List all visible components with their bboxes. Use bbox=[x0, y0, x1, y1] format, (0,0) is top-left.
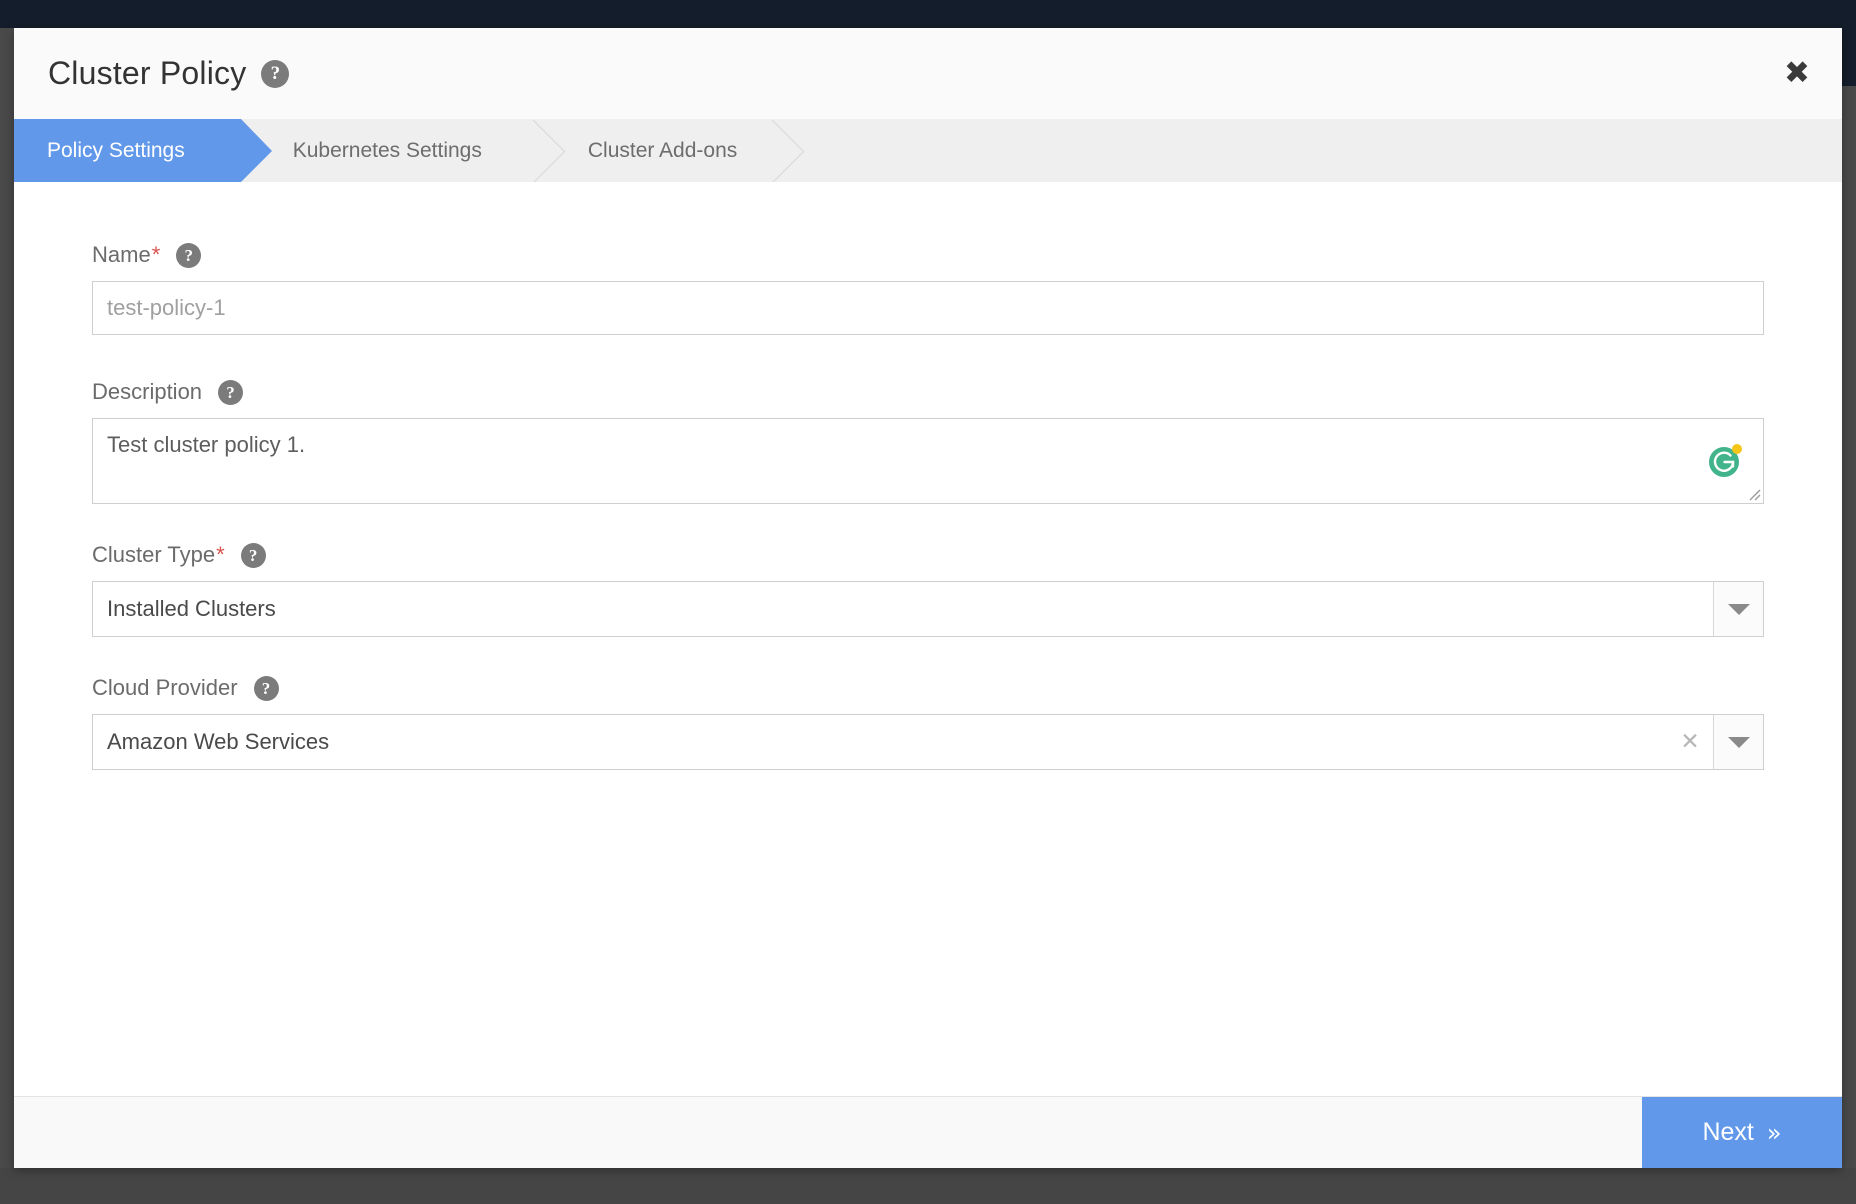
page-right-dim-overlay bbox=[1842, 86, 1856, 1204]
label-text: Name bbox=[92, 242, 151, 267]
wizard-tabstrip: Policy Settings Kubernetes Settings Clus… bbox=[14, 119, 1842, 182]
required-marker: * bbox=[151, 242, 161, 267]
description-textarea-wrap bbox=[92, 418, 1764, 504]
dialog-header: Cluster Policy ? ✖ bbox=[14, 28, 1842, 119]
label-text: Cluster Type bbox=[92, 542, 216, 567]
page-left-dim-overlay bbox=[0, 28, 14, 1204]
tab-label: Policy Settings bbox=[47, 138, 185, 162]
tab-label: Cluster Add-ons bbox=[587, 138, 738, 162]
dialog-body: Name* ? Description ? bbox=[14, 182, 1842, 1096]
cloud-provider-value: Amazon Web Services bbox=[107, 729, 330, 754]
help-circle-icon[interactable]: ? bbox=[253, 675, 279, 701]
cluster-policy-dialog: Cluster Policy ? ✖ Policy Settings Kuber… bbox=[14, 28, 1842, 1168]
page-top-bar bbox=[0, 0, 1856, 28]
cluster-type-value: Installed Clusters bbox=[107, 596, 276, 621]
help-circle-icon[interactable]: ? bbox=[176, 242, 202, 268]
field-cluster-type-label: Cluster Type * ? bbox=[92, 542, 1764, 568]
label-text: Cloud Provider bbox=[92, 675, 238, 700]
page-title: Cluster Policy bbox=[48, 55, 247, 91]
field-description: Description ? bbox=[92, 379, 1764, 504]
field-name: Name * ? bbox=[92, 242, 1764, 335]
chevron-down-icon[interactable] bbox=[1713, 715, 1763, 769]
next-button[interactable]: Next » bbox=[1642, 1097, 1842, 1168]
dialog-footer: Next » bbox=[14, 1096, 1842, 1168]
double-chevron-right-icon: » bbox=[1766, 1118, 1782, 1147]
tab-label: Kubernetes Settings bbox=[292, 138, 482, 162]
field-cloud-provider-label: Cloud Provider ? bbox=[92, 675, 1764, 701]
chevron-down-icon[interactable] bbox=[1713, 582, 1763, 636]
field-name-label: Name * ? bbox=[92, 242, 1764, 268]
resize-handle-icon[interactable] bbox=[1747, 487, 1761, 501]
cluster-type-select[interactable]: Installed Clusters bbox=[92, 581, 1764, 637]
name-input[interactable] bbox=[92, 281, 1764, 335]
clear-selection-icon[interactable]: ✕ bbox=[1667, 715, 1713, 769]
next-button-label: Next bbox=[1702, 1118, 1754, 1146]
field-cluster-type: Cluster Type * ? Installed Clusters bbox=[92, 542, 1764, 637]
tab-kubernetes-settings[interactable]: Kubernetes Settings bbox=[241, 119, 538, 182]
cloud-provider-select[interactable]: Amazon Web Services ✕ bbox=[92, 714, 1764, 770]
close-icon[interactable]: ✖ bbox=[1774, 51, 1820, 97]
help-circle-icon[interactable]: ? bbox=[261, 59, 290, 88]
field-cloud-provider: Cloud Provider ? Amazon Web Services ✕ bbox=[92, 675, 1764, 770]
required-marker: * bbox=[216, 542, 225, 567]
label-text: Description bbox=[92, 379, 203, 404]
grammarly-icon[interactable] bbox=[1705, 439, 1749, 483]
description-textarea[interactable] bbox=[93, 419, 1763, 503]
tab-cluster-add-ons[interactable]: Cluster Add-ons bbox=[538, 119, 777, 182]
help-circle-icon[interactable]: ? bbox=[218, 379, 244, 405]
help-circle-icon[interactable]: ? bbox=[240, 542, 266, 568]
page-bottom-dim-overlay bbox=[0, 1168, 1856, 1204]
tab-policy-settings[interactable]: Policy Settings bbox=[14, 119, 272, 182]
field-description-label: Description ? bbox=[92, 379, 1764, 405]
